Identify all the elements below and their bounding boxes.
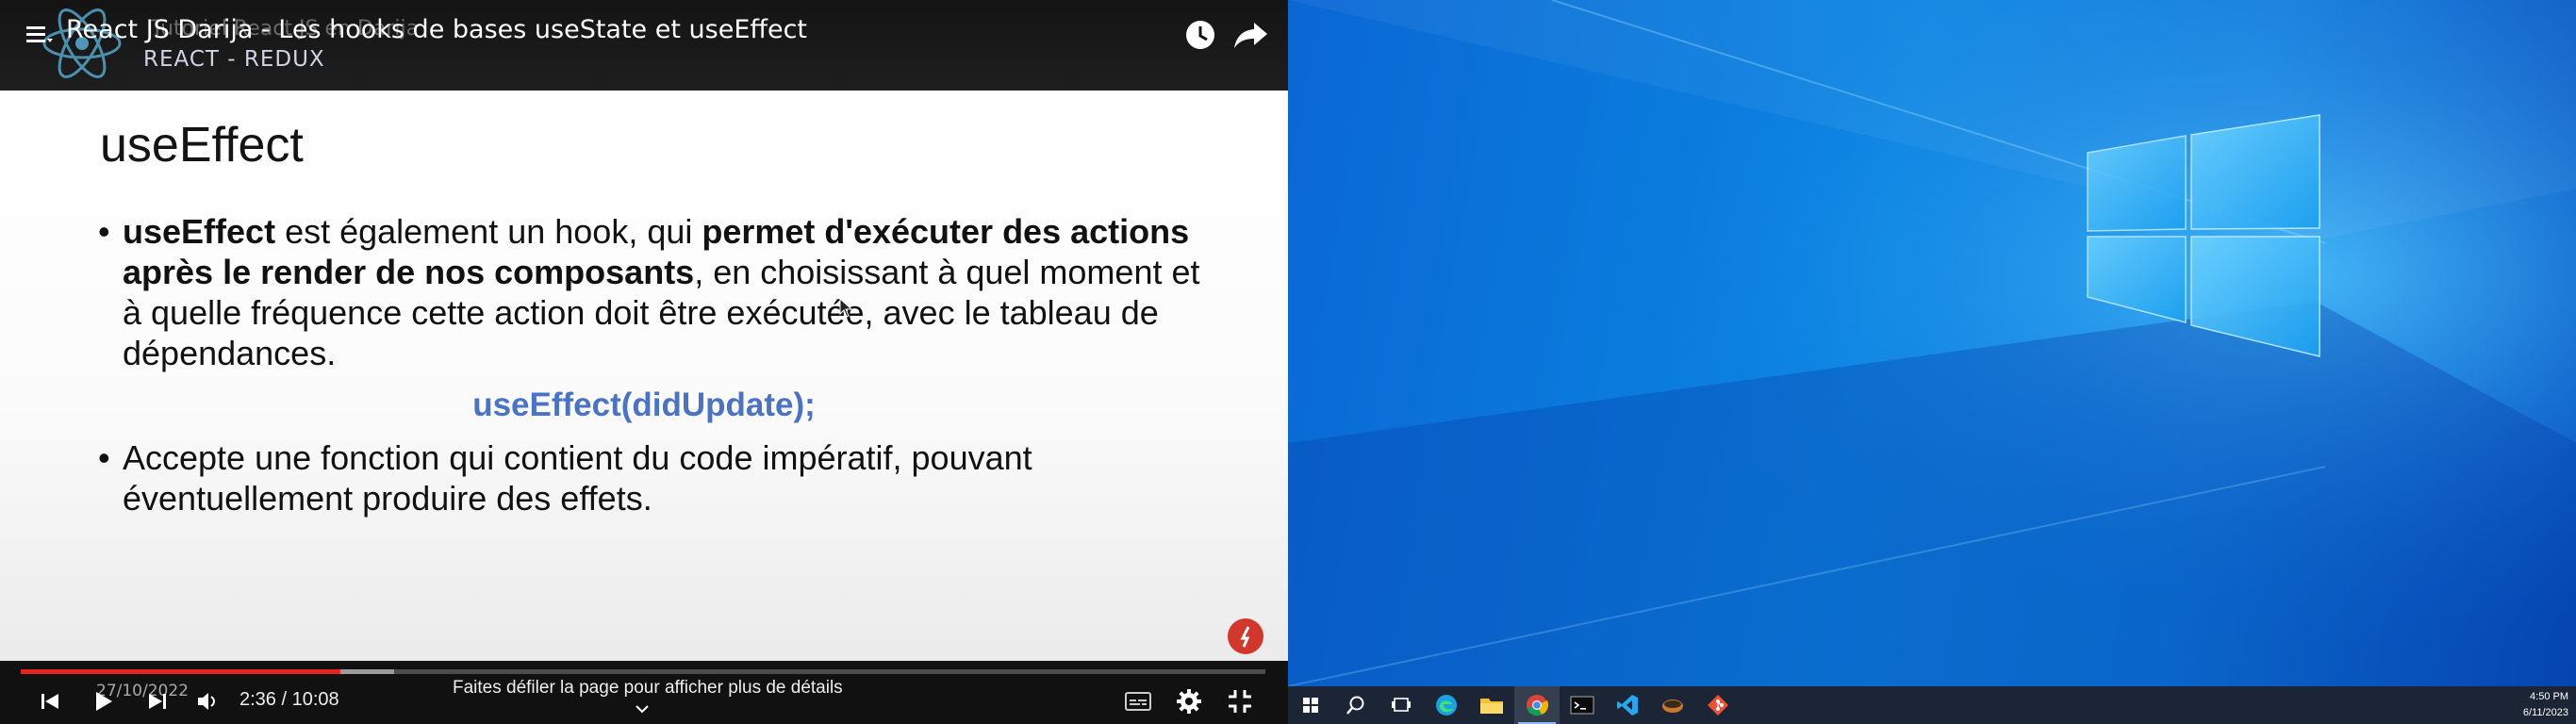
bullet-dot: • (98, 212, 110, 251)
bullet-text: Accepte une fonction qui contient du cod… (123, 438, 1032, 518)
subtitles-icon[interactable] (1122, 685, 1154, 717)
task-view-icon[interactable] (1379, 686, 1424, 724)
video-player[interactable]: useEffect • useEffect est également un h… (0, 0, 1288, 724)
taskbar-clock[interactable]: 4:50 PM 6/11/2023 (2523, 689, 2568, 721)
play-icon[interactable] (87, 685, 119, 717)
clock-time: 4:50 PM (2530, 691, 2568, 702)
taskbar: 4:50 PM 6/11/2023 (1288, 686, 2576, 724)
slide-heading: useEffect (100, 118, 304, 173)
vscode-icon[interactable] (1605, 686, 1650, 724)
scroll-hint[interactable]: Faites défiler la page pour afficher plu… (453, 678, 843, 699)
player-top-bar: Tutoriel React JS en Darija React JS Dar… (0, 0, 1288, 90)
slide-bullet-1: • useEffect est également un hook, qui p… (98, 211, 1200, 381)
progress-bar[interactable] (21, 669, 1265, 674)
mouse-cursor-icon (839, 298, 853, 318)
hamburger-menu-icon[interactable] (25, 21, 53, 49)
git-icon[interactable] (1695, 686, 1741, 724)
terminal-icon[interactable] (1560, 686, 1605, 724)
progress-played (21, 669, 341, 674)
watch-later-icon[interactable] (1182, 17, 1218, 53)
next-icon[interactable] (141, 685, 173, 717)
slide-subtitle: REACT - REDUX (143, 47, 325, 72)
previous-icon[interactable] (34, 685, 66, 717)
search-icon[interactable] (1333, 686, 1379, 724)
exit-fullscreen-icon[interactable] (1224, 685, 1256, 717)
share-icon[interactable] (1231, 17, 1271, 53)
time-display: 2:36 / 10:08 (239, 689, 339, 710)
desktop[interactable]: 4:50 PM 6/11/2023 (1288, 0, 2576, 724)
channel-watermark-icon[interactable] (1228, 618, 1263, 654)
chrome-icon[interactable] (1514, 686, 1560, 724)
bullet-text: est également un hook, qui (275, 212, 702, 251)
slide-bullet-2: • Accepte une fonction qui contient du c… (98, 437, 1192, 522)
volume-icon[interactable] (192, 685, 224, 717)
video-title[interactable]: React JS Darija - Les hooks de bases use… (66, 15, 807, 44)
start-icon[interactable] (1288, 686, 1333, 724)
windows-wallpaper (1288, 0, 2576, 686)
bullet-keyword: useEffect (123, 212, 276, 251)
settings-gear-icon[interactable] (1173, 685, 1205, 717)
video-frame[interactable]: useEffect • useEffect est également un h… (0, 90, 1288, 661)
app-icon[interactable] (1650, 686, 1695, 724)
chevron-down-icon[interactable] (634, 702, 651, 716)
bullet-dot: • (98, 438, 110, 477)
slide-code-line: useEffect(didUpdate); (472, 387, 816, 423)
file-explorer-icon[interactable] (1469, 686, 1514, 724)
player-controls: 27/10/2022 2:36 / 10:08 Faites défiler l… (0, 661, 1288, 724)
edge-icon[interactable] (1424, 686, 1469, 724)
clock-date: 6/11/2023 (2522, 707, 2568, 718)
